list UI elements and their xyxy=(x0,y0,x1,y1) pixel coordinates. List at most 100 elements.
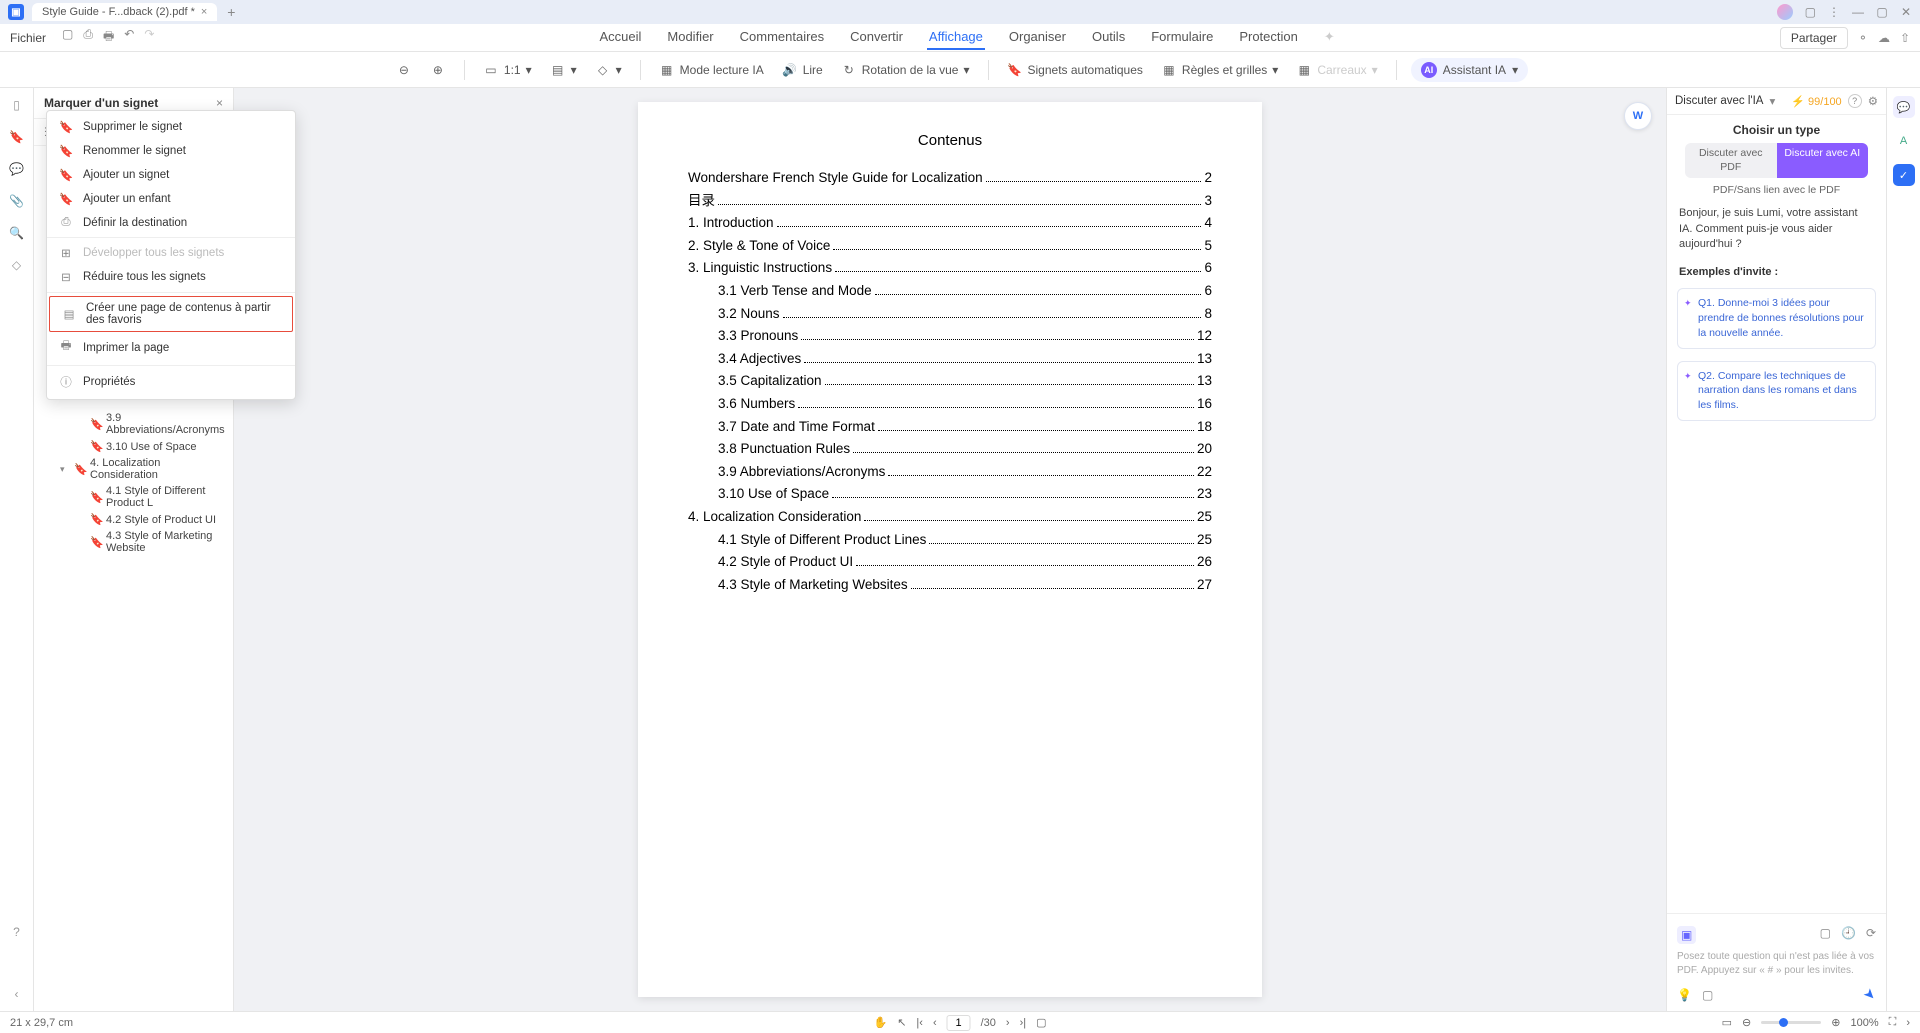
ai-send-button[interactable]: ➤ xyxy=(1860,984,1880,1004)
toggle-ai[interactable]: Discuter avec AI xyxy=(1777,143,1869,178)
search-icon[interactable]: 🔍 xyxy=(8,224,26,242)
rotate-dropdown[interactable]: ↻Rotation de la vue ▾ xyxy=(837,59,974,81)
cm-create-toc-page[interactable]: ▤Créer une page de contenus à partir des… xyxy=(49,296,293,332)
close-panel-icon[interactable]: × xyxy=(216,96,223,110)
prev-page-icon[interactable]: ‹ xyxy=(933,1017,937,1029)
word-export-floating-icon[interactable]: W xyxy=(1624,102,1652,130)
zoom-in-button[interactable]: ⊕ xyxy=(426,59,450,81)
minimize-window-icon[interactable]: — xyxy=(1852,5,1864,19)
bookmark-item[interactable]: ▾🔖4. Localization Consideration xyxy=(34,455,233,483)
bookmark-item[interactable]: 🔖4.1 Style of Different Product L xyxy=(34,483,233,511)
ai-settings-icon[interactable]: ⚙ xyxy=(1868,94,1878,108)
upload-icon[interactable]: ⇧ xyxy=(1900,31,1910,45)
tab-modifier[interactable]: Modifier xyxy=(665,25,715,50)
toggle-pdf[interactable]: Discuter avec PDF xyxy=(1685,143,1777,178)
tab-outils[interactable]: Outils xyxy=(1090,25,1127,50)
highlight-dropdown[interactable]: ◇ ▾ xyxy=(591,59,626,81)
thumbnails-icon[interactable]: ▯ xyxy=(8,96,26,114)
file-menu[interactable]: Fichier xyxy=(10,31,46,45)
translate-icon[interactable]: A xyxy=(1893,130,1915,152)
print-icon[interactable]: 🖶 xyxy=(103,27,114,48)
close-tab-icon[interactable]: × xyxy=(201,6,207,18)
document-tab[interactable]: Style Guide - F...dback (2).pdf * × xyxy=(32,3,217,21)
attachments-icon[interactable]: 📎 xyxy=(8,192,26,210)
link-icon[interactable]: ⚬ xyxy=(1858,31,1868,45)
ai-image-icon[interactable]: ▢ xyxy=(1820,926,1831,944)
ai-panel-title[interactable]: Discuter avec l'IA xyxy=(1675,95,1763,107)
cm-delete[interactable]: 🔖Supprimer le signet xyxy=(47,115,295,139)
tab-convertir[interactable]: Convertir xyxy=(848,25,905,50)
close-window-icon[interactable]: ✕ xyxy=(1900,5,1912,19)
check-icon[interactable]: ✓ xyxy=(1893,164,1915,186)
read-aloud-button[interactable]: 🔊Lire xyxy=(778,59,827,81)
zoom-out-status-icon[interactable]: ⊖ xyxy=(1742,1016,1751,1029)
tab-commentaires[interactable]: Commentaires xyxy=(738,25,827,50)
share-button[interactable]: Partager xyxy=(1780,27,1848,49)
cloud-icon[interactable]: ☁ xyxy=(1878,31,1890,45)
comments-icon[interactable]: 💬 xyxy=(8,160,26,178)
maximize-window-icon[interactable]: ▢ xyxy=(1876,5,1888,19)
tab-affichage[interactable]: Affichage xyxy=(927,25,985,50)
cm-print[interactable]: 🖶Imprimer la page xyxy=(47,333,295,362)
bookmark-item[interactable]: 🔖4.3 Style of Marketing Website xyxy=(34,528,233,556)
document-viewport[interactable]: Contenus Wondershare French Style Guide … xyxy=(234,88,1666,1011)
ai-example-prompt-1[interactable]: Q1. Donne-moi 3 idées pour prendre de bo… xyxy=(1677,288,1876,348)
tab-organiser[interactable]: Organiser xyxy=(1007,25,1068,50)
collapse-right-icon[interactable]: › xyxy=(1906,1017,1910,1029)
cm-add[interactable]: 🔖Ajouter un signet xyxy=(47,163,295,187)
collapse-panel-icon[interactable]: ‹ xyxy=(8,985,26,1003)
zoom-slider[interactable] xyxy=(1761,1021,1821,1024)
zoom-in-status-icon[interactable]: ⊕ xyxy=(1831,1016,1840,1029)
fullscreen-icon[interactable]: ⛶ xyxy=(1889,1016,1897,1029)
cm-set-dest[interactable]: ⎙Définir la destination xyxy=(47,211,295,234)
save-icon[interactable]: ⎙ xyxy=(83,27,93,48)
select-tool-icon[interactable]: ↖ xyxy=(897,1016,906,1029)
tab-protection[interactable]: Protection xyxy=(1237,25,1300,50)
fit-window-icon[interactable]: ▭ xyxy=(1722,1016,1732,1029)
cm-properties[interactable]: ⓘPropriétés xyxy=(47,369,295,395)
fit-dropdown[interactable]: ▭1:1 ▾ xyxy=(479,59,536,81)
layout-dropdown[interactable]: ▤ ▾ xyxy=(546,59,581,81)
ai-attach-icon[interactable]: ▣ xyxy=(1677,926,1696,944)
bookmark-item[interactable]: 🔖3.9 Abbreviations/Acronyms xyxy=(34,410,233,438)
rulers-dropdown[interactable]: ▦Règles et grilles ▾ xyxy=(1157,59,1282,81)
bookmarks-icon[interactable]: 🔖 xyxy=(8,128,26,146)
tab-formulaire[interactable]: Formulaire xyxy=(1149,25,1215,50)
ai-help-icon[interactable]: ? xyxy=(1848,94,1862,108)
panel-title: Marquer d'un signet xyxy=(44,96,158,110)
tab-accueil[interactable]: Accueil xyxy=(597,25,643,50)
user-avatar-icon[interactable] xyxy=(1777,4,1793,20)
zoom-out-button[interactable]: ⊖ xyxy=(392,59,416,81)
chat-icon[interactable]: ▢ xyxy=(1805,5,1816,19)
ai-history-icon[interactable]: 🕘 xyxy=(1841,926,1856,944)
page-jump-icon[interactable]: ▢ xyxy=(1036,1016,1046,1029)
layers-icon[interactable]: ◇ xyxy=(8,256,26,274)
ai-refresh-icon[interactable]: ⟳ xyxy=(1866,926,1876,944)
open-icon[interactable]: ▢ xyxy=(62,27,73,48)
ai-chat-icon[interactable]: 💬 xyxy=(1893,96,1915,118)
next-page-icon[interactable]: › xyxy=(1006,1017,1010,1029)
reading-mode-button[interactable]: ▦Mode lecture IA xyxy=(655,59,768,81)
bookmark-item[interactable]: 🔖3.10 Use of Space xyxy=(34,438,233,455)
sparkle-icon[interactable]: ✦ xyxy=(1322,25,1337,50)
auto-bookmarks-button[interactable]: 🔖Signets automatiques xyxy=(1003,59,1147,81)
ai-example-prompt-2[interactable]: Q2. Compare les techniques de narration … xyxy=(1677,361,1876,421)
redo-icon[interactable]: ↷ xyxy=(144,27,154,48)
cm-rename[interactable]: 🔖Renommer le signet xyxy=(47,139,295,163)
bookmark-item[interactable]: 🔖4.2 Style of Product UI xyxy=(34,511,233,528)
help-icon[interactable]: ? xyxy=(8,923,26,941)
ai-lightbulb-icon[interactable]: 💡 xyxy=(1677,988,1692,1002)
page-number-input[interactable] xyxy=(947,1015,971,1031)
more-icon[interactable]: ⋮ xyxy=(1828,5,1840,19)
hand-tool-icon[interactable]: ✋ xyxy=(873,1016,887,1029)
cm-collapse-all[interactable]: ⊟Réduire tous les signets xyxy=(47,265,295,289)
chevron-down-icon[interactable]: ▾ xyxy=(1769,94,1775,108)
cm-add-child[interactable]: 🔖Ajouter un enfant xyxy=(47,187,295,211)
ai-export-icon[interactable]: ▢ xyxy=(1702,988,1713,1002)
last-page-icon[interactable]: ›| xyxy=(1020,1017,1027,1029)
first-page-icon[interactable]: |‹ xyxy=(916,1017,923,1029)
ai-assistant-button[interactable]: AIAssistant IA ▾ xyxy=(1411,58,1528,82)
add-tab-button[interactable]: + xyxy=(227,4,235,20)
ai-mode-toggle[interactable]: Discuter avec PDF Discuter avec AI xyxy=(1685,143,1868,178)
undo-icon[interactable]: ↶ xyxy=(124,27,134,48)
